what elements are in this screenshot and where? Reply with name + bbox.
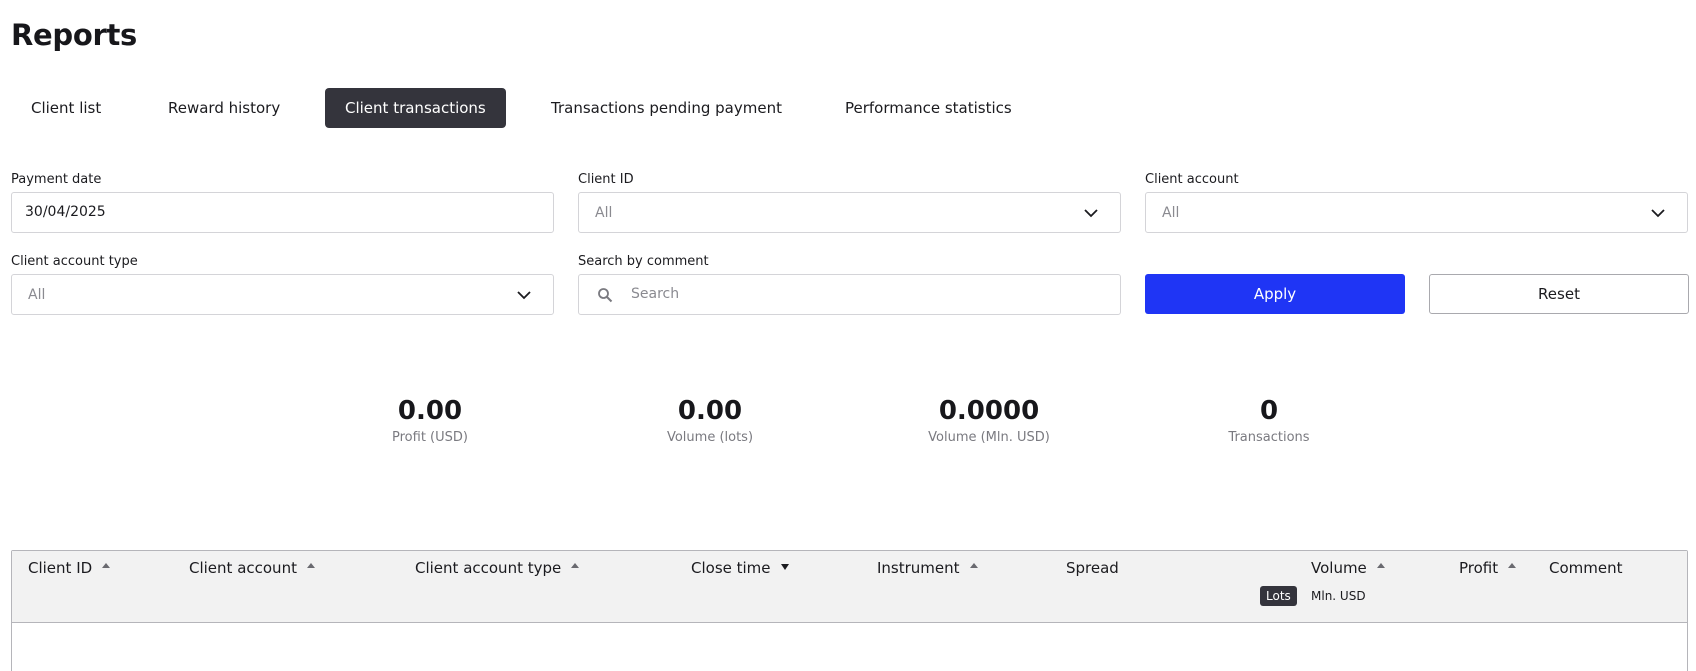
column-client-account[interactable]: Client account [189,559,315,577]
stat-profit-label: Profit (USD) [392,430,468,445]
sort-asc-icon [102,563,111,568]
transactions-table: Client ID Client account Client account … [11,550,1688,671]
chevron-down-icon [1084,209,1098,218]
table-header: Client ID Client account Client account … [12,551,1687,623]
payment-date-input[interactable]: 30/04/2025 [11,192,554,233]
column-volume[interactable]: Volume [1311,559,1385,577]
stat-volume-lots-value: 0.00 [677,396,743,426]
stat-profit-value: 0.00 [397,396,463,426]
client-account-label: Client account [1145,172,1239,187]
column-spread: Spread [1066,559,1119,577]
tab-transactions-pending-payment[interactable]: Transactions pending payment [531,88,802,128]
stat-transactions-value: 0 [1259,396,1279,426]
sort-asc-icon [969,563,978,568]
column-close-time[interactable]: Close time [691,559,789,577]
column-profit[interactable]: Profit [1459,559,1517,577]
reset-button[interactable]: Reset [1429,274,1689,314]
payment-date-label: Payment date [11,172,102,187]
chevron-down-icon [517,291,531,300]
tab-reward-history[interactable]: Reward history [148,88,300,128]
stat-volume-mln-label: Volume (Mln. USD) [928,430,1050,445]
apply-button[interactable]: Apply [1145,274,1405,314]
stat-transactions: 0 Transactions [1169,396,1369,445]
column-instrument[interactable]: Instrument [877,559,978,577]
client-id-select[interactable]: All [578,192,1121,233]
stat-volume-mln-value: 0.0000 [938,396,1040,426]
stat-transactions-label: Transactions [1228,430,1310,445]
column-comment: Comment [1549,559,1623,577]
client-account-value: All [1162,205,1180,221]
sort-asc-icon [1376,563,1385,568]
stat-profit: 0.00 Profit (USD) [330,396,530,445]
column-client-id[interactable]: Client ID [28,559,111,577]
sort-desc-icon [780,563,789,570]
tab-client-transactions[interactable]: Client transactions [325,88,506,128]
tab-performance-statistics[interactable]: Performance statistics [825,88,1032,128]
sort-asc-icon [306,563,315,568]
column-client-account-type[interactable]: Client account type [415,559,580,577]
search-icon [598,288,613,303]
client-account-type-label: Client account type [11,254,138,269]
client-id-label: Client ID [578,172,634,187]
sort-asc-icon [1508,563,1517,568]
client-account-type-value: All [28,287,46,303]
search-comment-label: Search by comment [578,254,709,269]
payment-date-value: 30/04/2025 [25,204,106,220]
search-comment-input[interactable]: Search [578,274,1121,315]
sort-asc-icon [571,563,580,568]
tab-client-list[interactable]: Client list [11,88,121,128]
stat-volume-mln: 0.0000 Volume (Mln. USD) [889,396,1089,445]
chevron-down-icon [1651,209,1665,218]
search-placeholder: Search [631,286,680,302]
client-id-value: All [595,205,613,221]
stat-volume-lots-label: Volume (lots) [666,430,754,445]
client-account-select[interactable]: All [1145,192,1688,233]
client-account-type-select[interactable]: All [11,274,554,315]
page-title: Reports [11,18,138,52]
stat-volume-lots: 0.00 Volume (lots) [610,396,810,445]
unit-mln-usd-button[interactable]: Mln. USD [1305,586,1372,606]
unit-lots-button[interactable]: Lots [1260,586,1297,606]
